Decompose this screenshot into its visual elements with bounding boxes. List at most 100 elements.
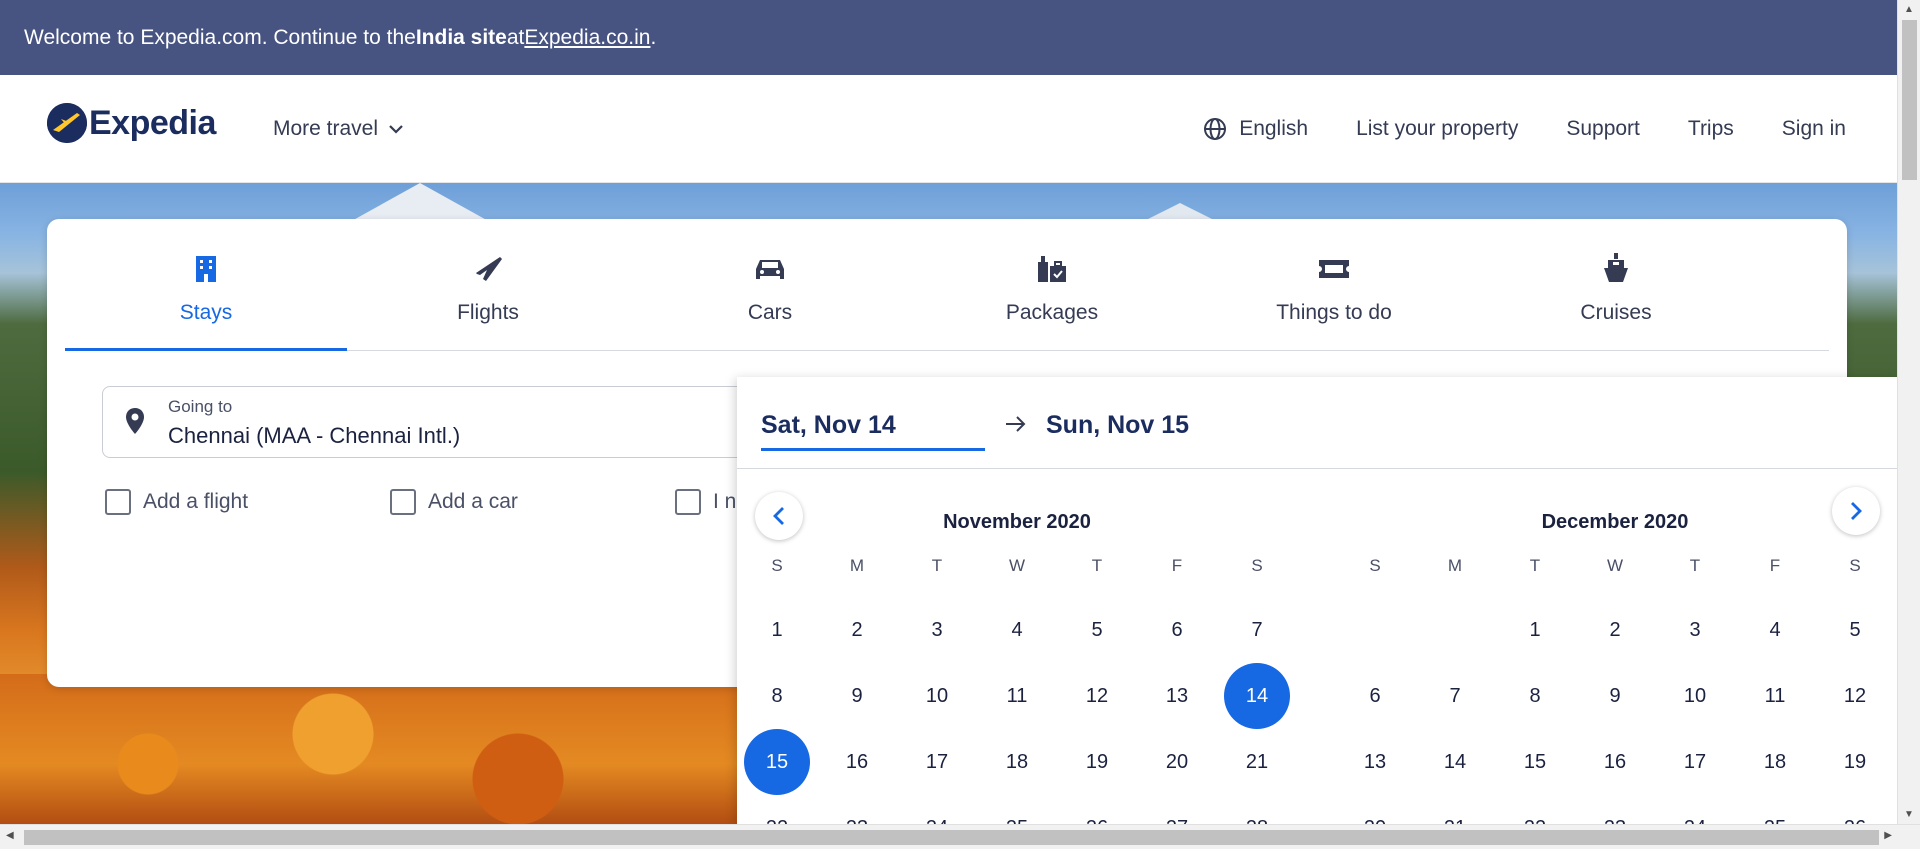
scroll-up-arrow[interactable]: ▲ xyxy=(1904,4,1914,15)
calendar-day[interactable]: 4 xyxy=(1735,597,1815,663)
day-number: 12 xyxy=(1085,685,1109,707)
calendar-day[interactable]: 11 xyxy=(1735,663,1815,729)
scroll-down-arrow[interactable]: ▼ xyxy=(1904,809,1914,820)
weekday-label: T xyxy=(1689,556,1701,575)
calendar-day[interactable]: 17 xyxy=(897,729,977,795)
day-number: 6 xyxy=(1369,685,1381,707)
calendar-day[interactable]: 23 xyxy=(1575,795,1655,824)
calendar-day[interactable]: 5 xyxy=(1057,597,1137,663)
calendar-day[interactable]: 5 xyxy=(1815,597,1895,663)
add-car-checkbox[interactable]: Add a car xyxy=(390,489,675,515)
calendar-day[interactable]: 7 xyxy=(1217,597,1297,663)
more-travel-menu[interactable]: More travel xyxy=(273,117,404,141)
calendar-day[interactable]: 1 xyxy=(1495,597,1575,663)
sign-in-link[interactable]: Sign in xyxy=(1782,117,1846,141)
calendar-day[interactable]: 6 xyxy=(1137,597,1217,663)
india-site-link[interactable]: Expedia.co.in xyxy=(524,26,650,50)
calendar-day[interactable]: 21 xyxy=(1217,729,1297,795)
calendar-day[interactable]: 14 xyxy=(1415,729,1495,795)
vertical-scrollbar[interactable]: ▲ ▼ xyxy=(1897,0,1920,824)
trips-link[interactable]: Trips xyxy=(1688,117,1734,141)
day-number: 18 xyxy=(1763,751,1787,773)
weekday-label: F xyxy=(1171,556,1183,575)
weekday-label: M xyxy=(849,556,865,575)
calendar-day[interactable]: 7 xyxy=(1415,663,1495,729)
calendar-day[interactable]: 6 xyxy=(1335,663,1415,729)
calendar-day[interactable]: 3 xyxy=(897,597,977,663)
language-selector[interactable]: English xyxy=(1203,117,1308,141)
calendar-day[interactable]: 9 xyxy=(817,663,897,729)
calendar-day[interactable]: 2 xyxy=(1575,597,1655,663)
banner-suffix: . xyxy=(650,25,657,49)
day-number: 13 xyxy=(1165,685,1189,707)
calendar-day[interactable]: 11 xyxy=(977,663,1057,729)
horizontal-scrollbar[interactable]: ◀ ▶ xyxy=(0,824,1920,849)
tab-things-to-do[interactable]: Things to do xyxy=(1193,249,1475,350)
calendar-day[interactable]: 25 xyxy=(977,795,1057,824)
calendar-day[interactable]: 20 xyxy=(1335,795,1415,824)
scroll-right-arrow[interactable]: ▶ xyxy=(1884,830,1892,841)
calendar-day[interactable]: 20 xyxy=(1137,729,1217,795)
calendar-day[interactable]: 17 xyxy=(1655,729,1735,795)
calendar-day[interactable]: 3 xyxy=(1655,597,1735,663)
luggage-icon xyxy=(1038,256,1066,282)
check-out-date[interactable]: Sun, Nov 15 xyxy=(1046,411,1189,440)
calendar-day[interactable]: 12 xyxy=(1815,663,1895,729)
checkbox-box[interactable] xyxy=(390,489,416,515)
support-link[interactable]: Support xyxy=(1566,117,1640,141)
calendar-day[interactable]: 24 xyxy=(897,795,977,824)
calendar-day[interactable]: 1 xyxy=(737,597,817,663)
scroll-left-arrow[interactable]: ◀ xyxy=(6,830,14,841)
checkbox-box[interactable] xyxy=(105,489,131,515)
calendar-day[interactable]: 16 xyxy=(1575,729,1655,795)
calendar-day[interactable]: 18 xyxy=(1735,729,1815,795)
calendar-day[interactable]: 24 xyxy=(1655,795,1735,824)
calendar-day[interactable]: 27 xyxy=(1137,795,1217,824)
calendar-day[interactable]: 16 xyxy=(817,729,897,795)
going-to-field[interactable]: Going to Chennai (MAA - Chennai Intl.) xyxy=(102,386,802,458)
calendar-day[interactable]: 12 xyxy=(1057,663,1137,729)
calendar-day[interactable]: 28 xyxy=(1217,795,1297,824)
tab-stays[interactable]: Stays xyxy=(65,249,347,351)
weekday-label: T xyxy=(931,556,943,575)
day-number: 4 xyxy=(1769,619,1781,641)
calendar-day[interactable]: 19 xyxy=(1057,729,1137,795)
calendar-day[interactable]: 26 xyxy=(1815,795,1895,824)
tab-packages[interactable]: Packages xyxy=(911,249,1193,350)
calendar-day-selected-end[interactable]: 15 xyxy=(737,729,817,795)
day-number: 21 xyxy=(1444,817,1466,824)
check-in-date[interactable]: Sat, Nov 14 xyxy=(761,411,985,451)
calendar-day[interactable]: 10 xyxy=(897,663,977,729)
calendar-day[interactable]: 4 xyxy=(977,597,1057,663)
calendar-day[interactable]: 18 xyxy=(977,729,1057,795)
checkbox-box[interactable] xyxy=(675,489,701,515)
calendar-day[interactable]: 13 xyxy=(1335,729,1415,795)
tab-flights[interactable]: Flights xyxy=(347,249,629,350)
calendar-day[interactable]: 8 xyxy=(737,663,817,729)
calendar-day[interactable]: 15 xyxy=(1495,729,1575,795)
weekday-label: F xyxy=(1769,556,1781,575)
calendar-day[interactable]: 22 xyxy=(737,795,817,824)
calendar-day[interactable]: 10 xyxy=(1655,663,1735,729)
scrollbar-thumb[interactable] xyxy=(24,830,1879,845)
calendar-day[interactable]: 23 xyxy=(817,795,897,824)
calendar-day[interactable]: 19 xyxy=(1815,729,1895,795)
list-property-link[interactable]: List your property xyxy=(1356,117,1518,141)
scrollbar-thumb[interactable] xyxy=(1902,20,1917,180)
calendar-day-selected-start[interactable]: 14 xyxy=(1217,663,1297,729)
add-flight-checkbox[interactable]: Add a flight xyxy=(105,489,390,515)
calendar-day[interactable]: 22 xyxy=(1495,795,1575,824)
car-icon xyxy=(756,260,784,279)
calendar-day[interactable]: 8 xyxy=(1495,663,1575,729)
calendar-day[interactable]: 21 xyxy=(1415,795,1495,824)
tab-cars[interactable]: Cars xyxy=(629,249,911,350)
calendar-day[interactable]: 9 xyxy=(1575,663,1655,729)
day-number: 11 xyxy=(1006,685,1028,707)
expedia-logo[interactable]: Expedia xyxy=(47,103,216,143)
calendar-day[interactable]: 13 xyxy=(1137,663,1217,729)
day-number: 24 xyxy=(926,817,948,824)
calendar-day[interactable]: 25 xyxy=(1735,795,1815,824)
calendar-day[interactable]: 2 xyxy=(817,597,897,663)
tab-cruises[interactable]: Cruises xyxy=(1475,249,1757,350)
calendar-day[interactable]: 26 xyxy=(1057,795,1137,824)
